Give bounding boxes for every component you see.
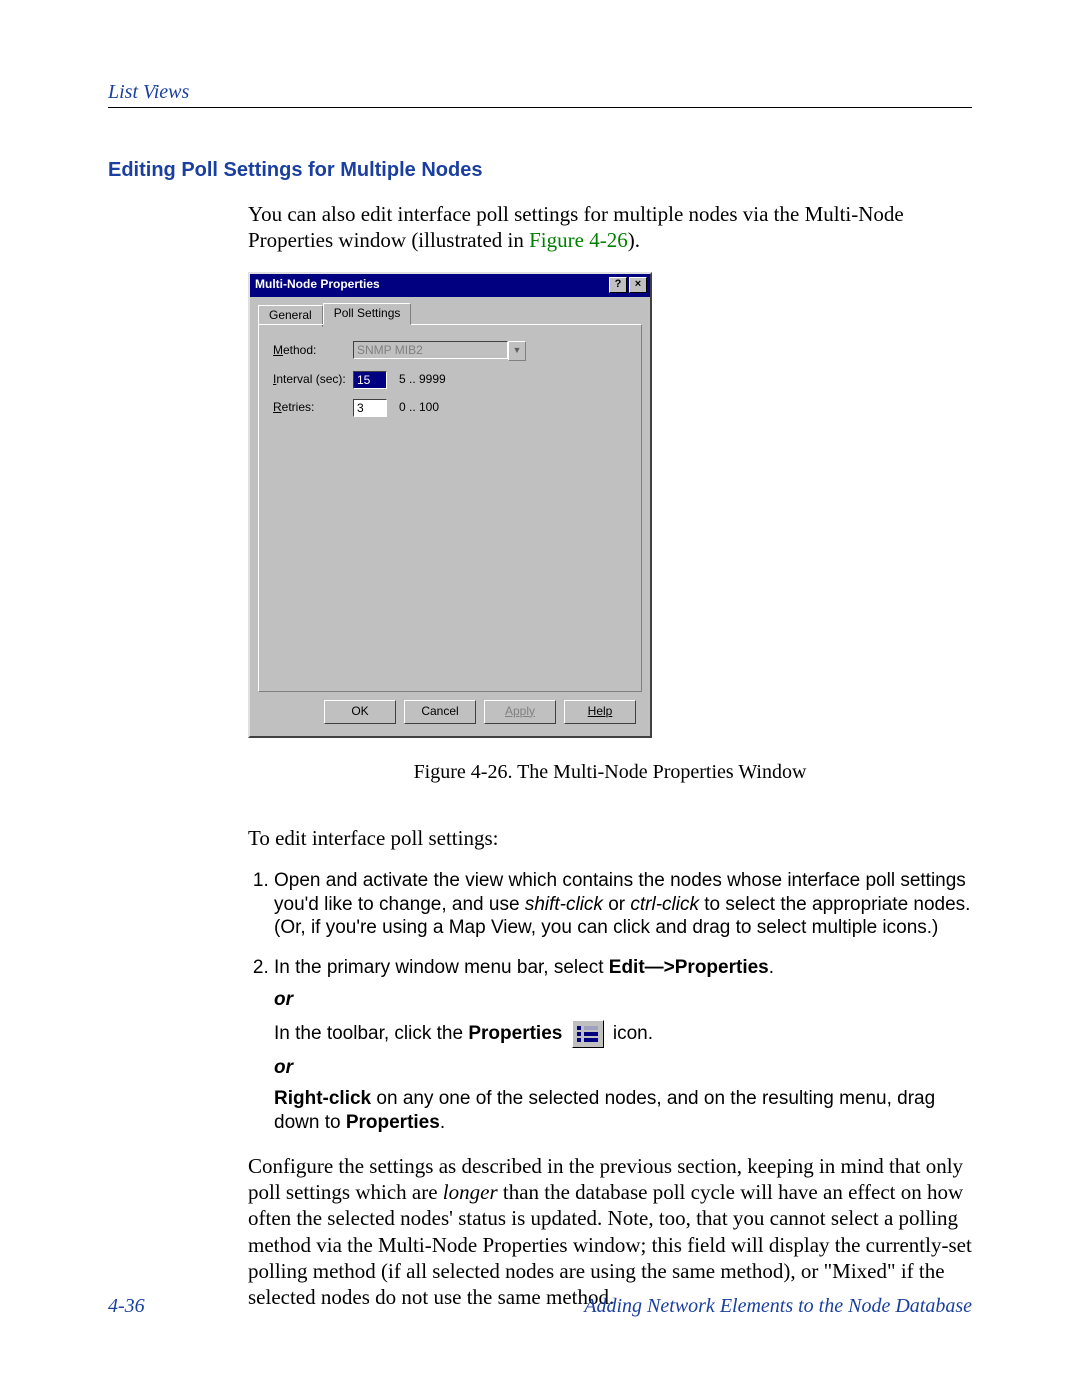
retries-range: 0 .. 100 — [399, 400, 439, 415]
help-button[interactable]: Help — [564, 700, 636, 724]
method-label: Method: — [273, 343, 353, 358]
chapter-title: Adding Network Elements to the Node Data… — [584, 1294, 972, 1319]
or-label-2: or — [274, 1056, 972, 1080]
running-head: List Views — [108, 80, 972, 105]
section-title: Editing Poll Settings for Multiple Nodes — [108, 158, 972, 183]
method-value: SNMP MIB2 — [353, 341, 508, 359]
help-icon[interactable]: ? — [609, 277, 627, 293]
page-number: 4-36 — [108, 1294, 145, 1319]
retries-input[interactable]: 3 — [353, 399, 387, 417]
step-2: In the primary window menu bar, select E… — [274, 956, 972, 1135]
intro-paragraph: You can also edit interface poll setting… — [248, 201, 972, 254]
ok-button[interactable]: OK — [324, 700, 396, 724]
retries-label: Retries: — [273, 400, 353, 415]
figure-reference-link[interactable]: Figure 4-26 — [529, 228, 628, 252]
interval-label: Interval (sec): — [273, 372, 353, 387]
method-combobox[interactable]: SNMP MIB2 ▼ — [353, 341, 526, 361]
step-1: Open and activate the view which contain… — [274, 869, 972, 940]
dialog-button-row: OK Cancel Apply Help — [258, 692, 642, 728]
step-2-primary: In the primary window menu bar, select E… — [274, 957, 774, 978]
dialog-tabs: General Poll Settings — [258, 303, 642, 325]
interval-range: 5 .. 9999 — [399, 372, 446, 387]
step-2-alt-toolbar: In the toolbar, click the Properties ico… — [274, 1020, 972, 1048]
chevron-down-icon[interactable]: ▼ — [508, 341, 526, 361]
poll-settings-panel: Method: SNMP MIB2 ▼ Interval (sec): 15 5… — [258, 324, 642, 692]
step-1-text: Open and activate the view which contain… — [274, 870, 970, 939]
tab-poll-settings[interactable]: Poll Settings — [323, 303, 412, 325]
header-rule — [108, 107, 972, 108]
properties-icon — [572, 1020, 604, 1048]
dialog-titlebar[interactable]: Multi-Node Properties ? × — [250, 274, 650, 297]
intro-text-2: ). — [628, 228, 640, 252]
or-label-1: or — [274, 988, 972, 1012]
page-footer: 4-36 Adding Network Elements to the Node… — [108, 1294, 972, 1319]
interval-input[interactable]: 15 — [353, 371, 387, 389]
figure-caption: Figure 4-26. The Multi-Node Properties W… — [248, 760, 972, 785]
multi-node-properties-dialog: Multi-Node Properties ? × General Poll S… — [248, 272, 652, 738]
apply-button[interactable]: Apply — [484, 700, 556, 724]
closing-paragraph: Configure the settings as described in t… — [248, 1153, 972, 1311]
cancel-button[interactable]: Cancel — [404, 700, 476, 724]
step-2-alt-rightclick: Right-click on any one of the selected n… — [274, 1087, 972, 1135]
steps-list: Open and activate the view which contain… — [248, 869, 972, 1135]
steps-lead-in: To edit interface poll settings: — [248, 825, 972, 851]
dialog-title-text: Multi-Node Properties — [255, 277, 380, 292]
close-icon[interactable]: × — [629, 277, 647, 293]
